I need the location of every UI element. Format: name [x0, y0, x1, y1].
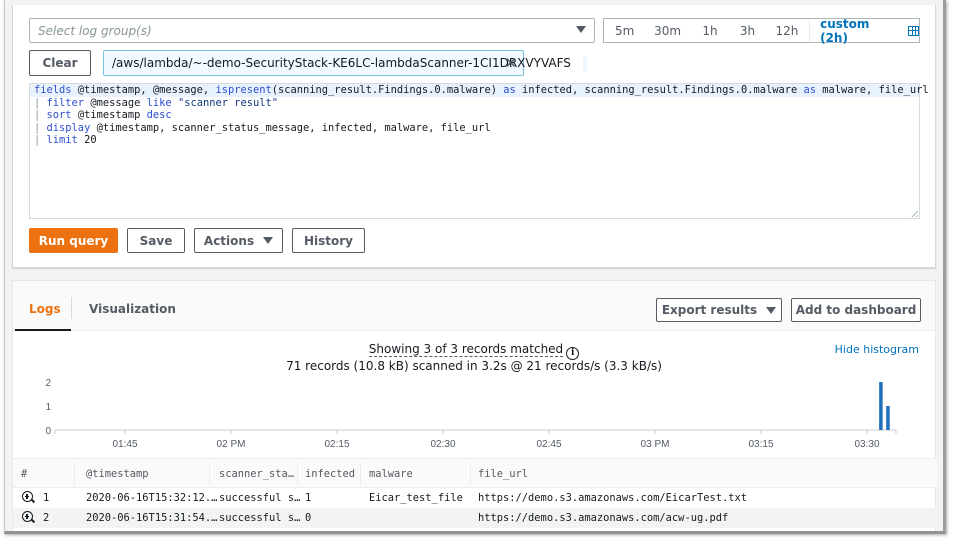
column-header-file-url[interactable]: file_url: [478, 468, 528, 480]
export-results-button[interactable]: Export results: [656, 298, 782, 322]
cell-scanner-status: successful s…: [219, 512, 301, 524]
zoom-in-icon-handle: [30, 518, 36, 524]
chevron-down-icon: [576, 26, 586, 33]
column-header-malware[interactable]: malware: [369, 468, 413, 480]
zoom-in-icon-handle: [30, 498, 36, 504]
time-option-3h[interactable]: 3h: [730, 24, 765, 38]
history-button[interactable]: History: [292, 228, 365, 253]
column-divider: [470, 463, 471, 485]
time-option-custom[interactable]: custom (2h): [809, 16, 920, 45]
run-query-button[interactable]: Run query: [29, 228, 118, 253]
column-divider: [360, 463, 361, 485]
cell-infected: 0: [305, 512, 312, 524]
caret-down-icon: [263, 237, 274, 244]
x-tick-label: 02:45: [536, 439, 561, 450]
histogram-chart: 0 1 2 01:45 02 PM 02:15 02:30 02:45 03 PM 03:15 03…: [45, 378, 897, 450]
cell-scanner-status: successful s…: [219, 492, 301, 504]
column-divider: [209, 463, 210, 485]
export-results-label: Export results: [661, 303, 758, 317]
results-panel: Logs Visualization Export results Add to…: [12, 280, 937, 531]
column-header-scanner-status[interactable]: scanner_sta…: [219, 468, 294, 480]
cell-index: 1: [43, 492, 50, 504]
cell-file-url: https://demo.s3.amazonaws.com/acw-ug.pdf: [478, 512, 729, 524]
column-divider: [74, 463, 75, 485]
query-line: | filter @message like "scanner result": [34, 96, 279, 109]
tab-logs[interactable]: Logs: [29, 302, 61, 316]
table-row[interactable]: 1 2020-06-16T15:32:12.… successful s… 1 …: [13, 488, 937, 508]
time-option-12h[interactable]: 12h: [765, 24, 809, 38]
log-group-select[interactable]: Select log group(s): [29, 18, 595, 43]
time-option-5m[interactable]: 5m: [604, 24, 645, 38]
info-icon[interactable]: i: [566, 346, 580, 360]
table-row[interactable]: 2 2020-06-16T15:31:54.… successful s… 0 …: [13, 508, 937, 528]
column-header-timestamp[interactable]: @timestamp: [86, 468, 149, 480]
add-to-dashboard-button[interactable]: Add to dashboard: [791, 298, 921, 322]
actions-button[interactable]: Actions: [194, 228, 283, 253]
x-tick-label: 03 PM: [641, 439, 670, 450]
results-table: # @timestamp scanner_sta… infected malwa…: [13, 458, 937, 528]
cell-index: 2: [43, 512, 50, 524]
cell-file-url: https://demo.s3.amazonaws.com/EicarTest.…: [478, 492, 747, 504]
custom-range-label: custom (2h): [820, 16, 870, 45]
clear-button[interactable]: Clear: [29, 50, 91, 76]
cell-timestamp: 2020-06-16T15:32:12.…: [86, 492, 218, 504]
actions-label: Actions: [203, 233, 255, 248]
x-tick-label: 03:15: [748, 439, 773, 450]
x-tick-label: 02 PM: [217, 439, 246, 450]
query-panel: Select log group(s) 5m 30m 1h 3h 12h cus…: [12, 5, 936, 268]
input-caret-area: [583, 57, 587, 72]
column-header-infected[interactable]: infected: [305, 468, 355, 480]
calendar-icon: [908, 25, 920, 36]
hide-histogram-link[interactable]: Hide histogram: [835, 343, 919, 356]
selected-log-group-token: /aws/lambda/~-demo-SecurityStack-KE6LC-l…: [103, 50, 571, 76]
time-range-selector: 5m 30m 1h 3h 12h custom (2h): [603, 16, 920, 45]
query-line: fields @timestamp, @message, ispresent(s…: [30, 84, 929, 97]
query-editor[interactable]: fields @timestamp, @message, ispresent(s…: [29, 83, 929, 219]
app-frame: Select log group(s) 5m 30m 1h 3h 12h cus…: [4, 0, 946, 534]
column-divider: [297, 463, 298, 485]
y-tick-label: 2: [45, 378, 51, 389]
tab-divider: [71, 297, 72, 319]
y-tick-label: 1: [45, 402, 51, 413]
caret-down-icon: [766, 306, 777, 314]
records-matched-text[interactable]: Showing 3 of 3 records matched: [368, 342, 564, 357]
query-line: | limit 20: [34, 134, 97, 147]
active-tab-indicator: [15, 329, 71, 331]
query-line: | display @timestamp, scanner_status_mes…: [34, 121, 491, 134]
y-tick-label: 0: [45, 426, 51, 437]
x-tick-label: 02:30: [430, 439, 455, 450]
selected-log-group-label: /aws/lambda/~-demo-SecurityStack-KE6LC-l…: [112, 56, 571, 70]
histogram-bar: [886, 406, 890, 430]
cell-timestamp: 2020-06-16T15:31:54.…: [86, 512, 218, 524]
query-line: | sort @timestamp desc: [34, 109, 172, 122]
x-tick-label: 02:15: [324, 439, 349, 450]
table-header: # @timestamp scanner_sta… infected malwa…: [13, 458, 937, 488]
time-option-1h[interactable]: 1h: [690, 24, 730, 38]
time-option-30m[interactable]: 30m: [645, 24, 689, 38]
save-button[interactable]: Save: [127, 228, 185, 253]
tab-visualization[interactable]: Visualization: [89, 302, 176, 316]
cell-malware: Eicar_test_file: [369, 492, 463, 504]
results-tabs: Logs Visualization Export results Add to…: [13, 281, 935, 331]
cell-infected: 1: [305, 492, 312, 504]
x-tick-label: 01:45: [112, 439, 137, 450]
histogram-bar: [879, 382, 883, 430]
column-header-index: #: [21, 468, 28, 480]
records-matched-summary: Showing 3 of 3 records matched i: [13, 342, 935, 360]
x-tick-label: 03:30: [854, 439, 879, 450]
close-icon[interactable]: ✕: [504, 55, 517, 71]
resize-handle[interactable]: [909, 208, 918, 217]
log-group-placeholder: Select log group(s): [38, 24, 152, 38]
